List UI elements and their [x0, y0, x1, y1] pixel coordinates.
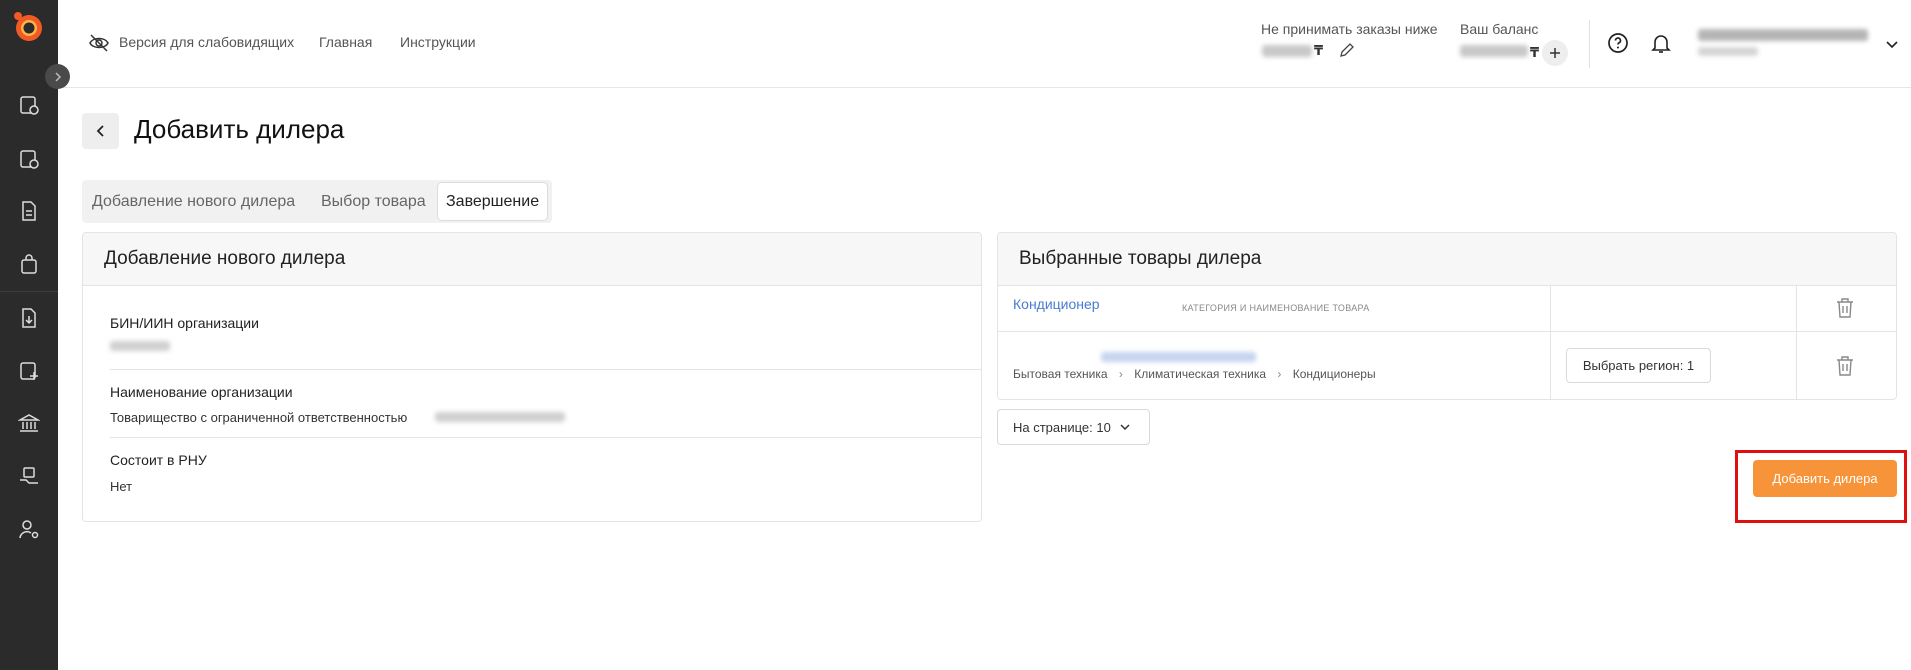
- box-check-icon: [20, 150, 39, 169]
- org-name-value: Товарищество с ограниченной ответственно…: [110, 410, 408, 425]
- product-category-breadcrumb: Бытовая техника › Климатическая техника …: [1013, 367, 1376, 381]
- help-icon[interactable]: [1607, 32, 1629, 54]
- sidebar-item-documents[interactable]: [17, 199, 41, 223]
- pencil-icon[interactable]: [1338, 41, 1356, 59]
- back-button[interactable]: [82, 113, 119, 149]
- user-role-redacted: [1698, 47, 1758, 56]
- dealer-info-card: Добавление нового дилера БИН/ИИН организ…: [82, 232, 982, 522]
- document-icon: [22, 201, 36, 221]
- top-up-balance-button[interactable]: [1542, 40, 1568, 66]
- chevron-down-icon: [1120, 424, 1130, 431]
- sidebar-item-orders-history[interactable]: [17, 93, 41, 117]
- balance-label: Ваш баланс: [1460, 21, 1539, 37]
- app-logo[interactable]: [10, 9, 46, 45]
- column-divider: [1796, 286, 1797, 400]
- sidebar-item-orders-done[interactable]: [17, 147, 41, 171]
- sidebar-item-bank[interactable]: [17, 411, 41, 435]
- min-order-currency: ₸: [1314, 43, 1324, 58]
- min-order-amount-redacted: [1262, 45, 1312, 57]
- sidebar-item-delivery[interactable]: [17, 464, 41, 488]
- product-name-link[interactable]: Кондиционер: [1013, 296, 1100, 312]
- plus-icon: [1550, 48, 1560, 58]
- cart-clock-icon: [20, 96, 39, 115]
- products-card-title: Выбранные товары дилера: [998, 233, 1896, 286]
- sidebar-divider: [0, 291, 58, 292]
- file-download-icon: [22, 308, 36, 328]
- sidebar-item-shop[interactable]: [17, 252, 41, 276]
- shopping-bag-icon: [21, 254, 37, 274]
- trash-icon[interactable]: [1835, 297, 1855, 319]
- select-region-button[interactable]: Выбрать регион: 1: [1566, 348, 1711, 383]
- rnu-value: Нет: [110, 479, 133, 494]
- per-page-label: На странице: 10: [1013, 419, 1111, 435]
- bin-value-redacted: [110, 341, 170, 351]
- eye-off-icon[interactable]: [88, 32, 110, 54]
- sidebar-item-user-settings[interactable]: [17, 517, 41, 541]
- sidebar-expand-button[interactable]: [45, 64, 70, 89]
- min-order-label: Не принимать заказы ниже: [1261, 21, 1438, 37]
- rnu-label: Состоит в РНУ: [110, 452, 207, 468]
- nav-link-instructions[interactable]: Инструкции: [400, 34, 476, 50]
- bin-label: БИН/ИИН организации: [110, 315, 259, 331]
- org-name-redacted: [435, 412, 565, 422]
- column-divider: [1550, 286, 1551, 400]
- nav-link-home[interactable]: Главная: [319, 34, 372, 50]
- products-table-header: КАТЕГОРИЯ И НАИМЕНОВАНИЕ ТОВАРА: [998, 286, 1896, 332]
- per-page-select[interactable]: На странице: 10: [997, 409, 1150, 445]
- add-dealer-button[interactable]: Добавить дилера: [1753, 460, 1897, 497]
- field-divider: [110, 369, 982, 370]
- selected-products-card: Выбранные товары дилера КАТЕГОРИЯ И НАИМ…: [997, 232, 1897, 400]
- user-gear-icon: [19, 520, 39, 539]
- breadcrumb-item: Бытовая техника: [1013, 367, 1108, 381]
- bell-icon[interactable]: [1650, 32, 1672, 54]
- breadcrumb-item: Кондиционеры: [1292, 367, 1376, 381]
- stepper-tabs: Добавление нового дилера Выбор товара За…: [82, 180, 552, 223]
- chevron-right-icon: [54, 71, 61, 82]
- sidebar-item-add-product[interactable]: [17, 359, 41, 383]
- box-plus-icon: [20, 362, 38, 380]
- top-header: Версия для слабовидящих Главная Инструкц…: [58, 0, 1911, 88]
- dealer-card-title: Добавление нового дилера: [83, 233, 981, 286]
- chevron-right-icon: ›: [1277, 367, 1282, 381]
- trash-icon[interactable]: [1835, 355, 1855, 377]
- sidebar-item-import[interactable]: [17, 306, 41, 330]
- accessibility-link[interactable]: Версия для слабовидящих: [119, 34, 294, 50]
- tab-new-dealer[interactable]: Добавление нового дилера: [92, 180, 295, 223]
- chevron-left-icon: [96, 125, 104, 137]
- chevron-down-icon[interactable]: [1884, 36, 1900, 52]
- column-header-category: КАТЕГОРИЯ И НАИМЕНОВАНИЕ ТОВАРА: [1182, 303, 1370, 313]
- header-divider: [1589, 20, 1590, 68]
- product-model-redacted: [1101, 352, 1256, 362]
- breadcrumb-item: Климатическая техника: [1134, 367, 1267, 381]
- balance-amount-redacted: [1460, 45, 1528, 57]
- user-name-redacted[interactable]: [1698, 29, 1868, 41]
- chevron-right-icon: ›: [1118, 367, 1123, 381]
- tab-completion[interactable]: Завершение: [438, 183, 548, 220]
- hand-box-icon: [20, 467, 38, 484]
- tab-select-product[interactable]: Выбор товара: [321, 180, 426, 223]
- balance-currency: ₸: [1530, 45, 1540, 60]
- org-name-label: Наименование организации: [110, 384, 293, 400]
- bank-icon: [18, 414, 40, 432]
- page-title: Добавить дилера: [134, 114, 345, 144]
- sidebar: [0, 0, 70, 670]
- field-divider: [110, 437, 982, 438]
